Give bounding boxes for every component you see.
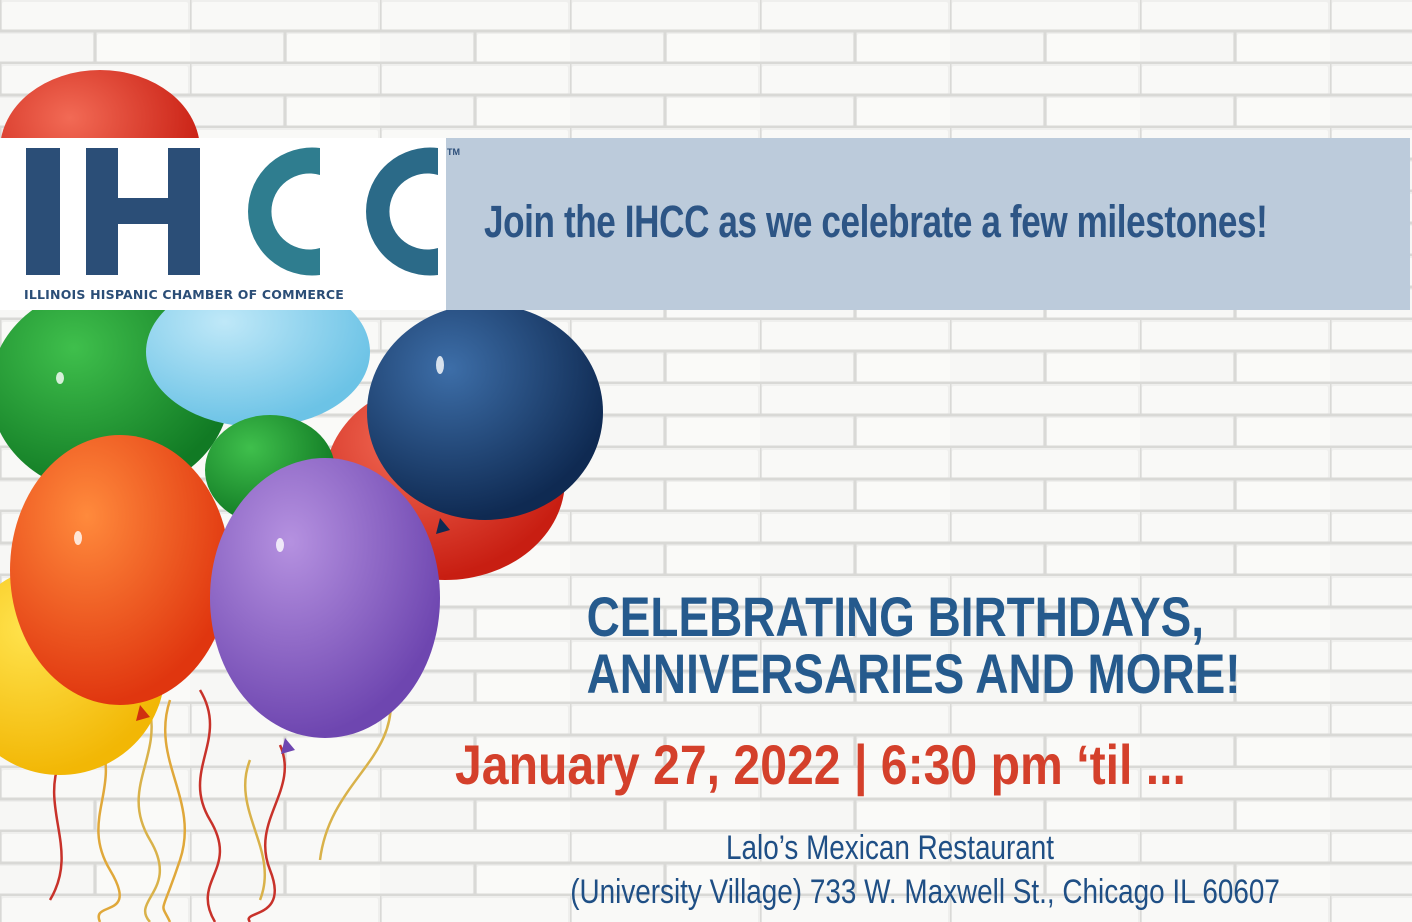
- venue-address: (University Village) 733 W. Maxwell St.,…: [570, 873, 1280, 911]
- ihcc-logo: [0, 138, 446, 310]
- purple-balloon: [210, 458, 440, 738]
- logo-letter-i: [26, 148, 60, 275]
- event-title-line-1: CELEBRATING BIRTHDAYS,: [586, 585, 1205, 648]
- event-venue: Lalo’s Mexican Restaurant (University Vi…: [570, 826, 1280, 914]
- trademark-symbol: TM: [447, 147, 460, 157]
- logo-subtitle: ILLINOIS HISPANIC CHAMBER OF COMMERCE: [24, 287, 345, 302]
- event-title: CELEBRATING BIRTHDAYS, ANNIVERSARIES AND…: [586, 585, 1241, 705]
- orange-balloon: [10, 435, 230, 705]
- banner-headline: Join the IHCC as we celebrate a few mile…: [484, 196, 1268, 247]
- event-date-time: January 27, 2022 | 6:30 pm ‘til ...: [455, 733, 1186, 796]
- venue-name: Lalo’s Mexican Restaurant: [725, 829, 1055, 867]
- event-title-line-2: ANNIVERSARIES AND MORE!: [586, 642, 1241, 705]
- navy-balloon: [367, 304, 603, 520]
